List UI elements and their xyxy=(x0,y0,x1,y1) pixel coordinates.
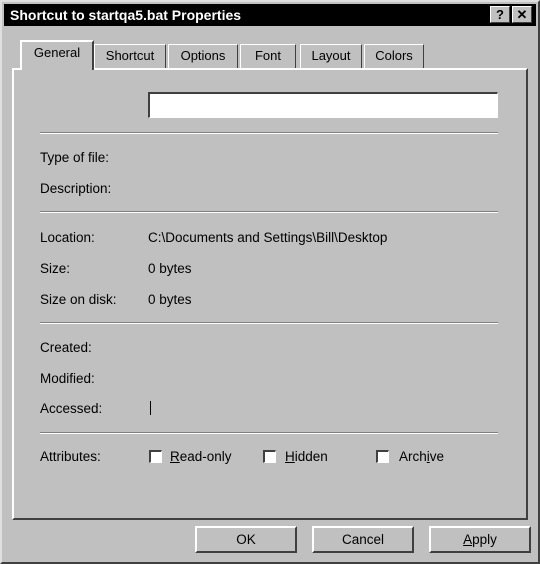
tab-label: General xyxy=(33,45,81,60)
location-label: Location: xyxy=(40,230,95,245)
separator xyxy=(40,432,498,434)
readonly-checkbox[interactable] xyxy=(149,450,162,463)
attributes-label: Attributes: xyxy=(40,449,101,464)
modified-label: Modified: xyxy=(40,371,95,386)
filename-field[interactable] xyxy=(148,92,498,118)
cancel-button[interactable]: Cancel xyxy=(312,526,414,553)
hidden-checkbox[interactable] xyxy=(263,450,276,463)
archive-checkbox[interactable] xyxy=(376,450,389,463)
archive-label[interactable]: Archive xyxy=(399,449,444,464)
cancel-label: Cancel xyxy=(341,532,385,547)
size-on-disk-label: Size on disk: xyxy=(40,292,117,307)
properties-dialog: Shortcut to startqa5.bat Properties ? ✕ … xyxy=(0,0,540,564)
description-label: Description: xyxy=(40,181,112,196)
help-icon: ? xyxy=(496,7,504,22)
close-icon: ✕ xyxy=(516,7,528,22)
text-cursor xyxy=(150,401,151,415)
accessed-label: Accessed: xyxy=(40,401,103,416)
help-button[interactable]: ? xyxy=(490,6,510,23)
created-label: Created: xyxy=(40,340,92,355)
tab-label: Font xyxy=(254,48,281,63)
tab-label: Shortcut xyxy=(105,48,155,63)
size-value: 0 bytes xyxy=(148,261,192,276)
type-of-file-label: Type of file: xyxy=(40,150,110,165)
title-bar[interactable]: Shortcut to startqa5.bat Properties ? ✕ xyxy=(4,4,536,26)
close-button[interactable]: ✕ xyxy=(512,6,532,23)
apply-label: Apply xyxy=(463,532,497,547)
ok-button[interactable]: OK xyxy=(195,526,297,553)
apply-button[interactable]: Apply xyxy=(429,526,531,553)
tab-label: Layout xyxy=(311,48,351,63)
size-label: Size: xyxy=(40,261,71,276)
tab-general[interactable]: General xyxy=(20,40,94,70)
tab-font[interactable]: Font xyxy=(240,44,296,68)
ok-label: OK xyxy=(236,532,256,547)
location-value: C:\Documents and Settings\Bill\Desktop xyxy=(148,230,388,245)
readonly-label[interactable]: Read-only xyxy=(170,449,232,464)
tab-options[interactable]: Options xyxy=(168,44,238,68)
separator xyxy=(40,132,498,134)
separator xyxy=(40,211,498,213)
size-on-disk-value: 0 bytes xyxy=(148,292,192,307)
separator xyxy=(40,322,498,324)
tab-layout[interactable]: Layout xyxy=(300,44,362,68)
hidden-label[interactable]: Hidden xyxy=(285,449,328,464)
tab-label: Colors xyxy=(375,48,413,63)
window-title: Shortcut to startqa5.bat Properties xyxy=(10,7,242,23)
tab-colors[interactable]: Colors xyxy=(364,44,424,68)
tab-shortcut[interactable]: Shortcut xyxy=(94,44,166,68)
tab-label: Options xyxy=(180,48,226,63)
